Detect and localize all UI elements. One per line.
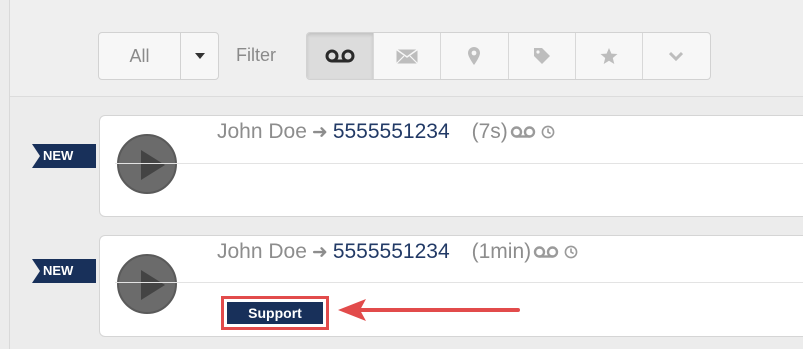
play-icon bbox=[141, 150, 165, 180]
clock-icon bbox=[541, 125, 555, 139]
star-icon bbox=[600, 48, 618, 64]
play-icon bbox=[141, 270, 165, 300]
filter-location-button[interactable] bbox=[441, 33, 509, 79]
filter-more-button[interactable] bbox=[643, 33, 710, 79]
filter-tag-button[interactable] bbox=[509, 33, 576, 79]
tag-icon bbox=[533, 48, 550, 64]
page: All Filter John Doe ➜ 5555551234 (7s) Jo… bbox=[0, 0, 803, 349]
filter-voicemail-button[interactable] bbox=[307, 33, 375, 79]
support-tag[interactable]: Support bbox=[227, 302, 323, 324]
called-number-link[interactable]: 5555551234 bbox=[333, 120, 450, 144]
call-entry[interactable]: John Doe ➜ 5555551234 (7s) bbox=[99, 115, 803, 217]
entry-divider bbox=[115, 163, 803, 164]
caller-name: John Doe bbox=[217, 240, 307, 263]
all-dropdown[interactable]: All bbox=[98, 32, 219, 80]
play-button[interactable] bbox=[117, 254, 177, 314]
tag-highlight-box: Support bbox=[221, 296, 329, 330]
filter-label: Filter bbox=[236, 45, 276, 65]
clock-icon bbox=[564, 245, 578, 259]
call-summary: John Doe ➜ 5555551234 (1min) bbox=[217, 240, 578, 264]
envelope-icon bbox=[396, 48, 419, 64]
voicemail-icon bbox=[533, 246, 559, 258]
filter-star-button[interactable] bbox=[576, 33, 643, 79]
call-summary: John Doe ➜ 5555551234 (7s) bbox=[217, 120, 555, 144]
filter-button-group bbox=[306, 32, 711, 80]
entry-divider bbox=[115, 282, 803, 283]
callout-arrow-icon bbox=[338, 299, 520, 321]
call-duration: (7s) bbox=[471, 120, 508, 143]
arrow-right-icon: ➜ bbox=[311, 121, 328, 143]
voicemail-icon bbox=[510, 126, 535, 138]
called-number-link[interactable]: 5555551234 bbox=[333, 240, 450, 264]
filter-message-button[interactable] bbox=[374, 33, 442, 79]
all-button[interactable]: All bbox=[99, 33, 181, 79]
caller-name: John Doe bbox=[217, 120, 307, 143]
call-duration: (1min) bbox=[471, 240, 532, 263]
play-button[interactable] bbox=[117, 134, 177, 194]
toolbar: All Filter bbox=[10, 0, 803, 97]
chevron-down-icon bbox=[669, 51, 684, 61]
caret-down-icon bbox=[194, 53, 205, 59]
voicemail-icon bbox=[325, 49, 355, 63]
new-badge: NEW bbox=[32, 259, 96, 283]
new-badge: NEW bbox=[32, 144, 96, 168]
arrow-right-icon: ➜ bbox=[311, 241, 328, 263]
map-pin-icon bbox=[468, 47, 481, 65]
all-dropdown-toggle[interactable] bbox=[181, 33, 218, 79]
